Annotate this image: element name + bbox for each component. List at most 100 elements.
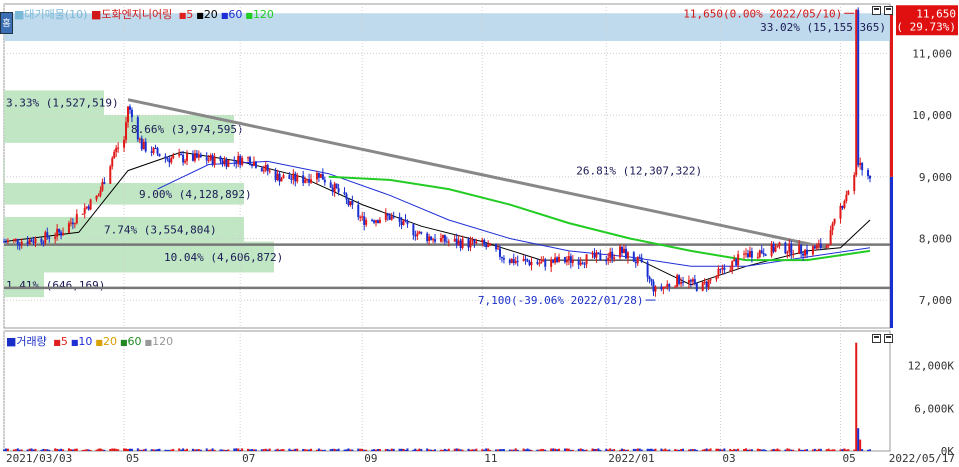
volume-profile-label: 33.02% (15,155,365) [760,21,886,34]
volume-bar [75,448,78,451]
candle-body [351,201,354,205]
volume-bar [441,449,444,451]
volume-bar [701,449,704,451]
volume-bar [172,448,175,451]
candle-body [621,246,624,253]
volume-bar [268,448,271,451]
volume-bar [97,448,100,451]
candle-body [788,243,791,253]
candle-body [390,216,393,220]
candle-body [30,239,33,242]
candle-body [374,220,377,223]
volume-bar [624,449,627,451]
stock-chart: 33.02% (15,155,365) 26.81% (12,307,322) 8.… [3,3,958,465]
candle-body [249,157,252,165]
volume-bar [558,448,561,451]
candle-body [99,190,102,196]
candle-body [16,239,19,245]
volume-bar [294,448,297,451]
volume-bar [461,449,464,451]
candle-body [32,241,35,243]
candle-body [666,284,669,287]
candle-body [144,141,147,152]
volume-bar [144,448,147,451]
candle-body [260,167,263,172]
candle-body [542,259,545,262]
candle-body [680,282,683,284]
volume-bar [235,448,238,451]
candle-body [723,267,726,271]
candle-body [6,240,9,243]
candle-body [624,248,627,259]
candle-body [117,147,120,149]
volume-bar [709,448,712,451]
volume-bar [252,449,255,451]
volume-bar [770,449,773,451]
volume-bar [89,449,92,451]
volume-bar [3,449,5,451]
candle-body [34,238,37,243]
volume-bar [565,448,568,451]
candle-body [335,183,338,189]
volume-bar [453,448,456,451]
candle-body [802,253,805,256]
volume-bar [790,449,793,451]
candle-body [388,215,391,220]
current-price-change: ( 29.73%) [896,20,956,33]
volume-bar [384,449,387,451]
candle-body [786,252,789,254]
price-pane-minimize-button[interactable] [872,6,881,15]
candle-body [254,161,257,168]
candle-body [717,268,720,276]
volume-bar [260,449,263,451]
candle-body [498,248,501,257]
candle-body [729,269,732,271]
candle-body [469,240,472,248]
candle-body [412,224,415,236]
candle-body [337,188,340,193]
candle-body [705,281,708,288]
candle-body [648,276,651,280]
home-button[interactable]: 홈 [0,12,13,34]
candle-body [652,281,655,292]
price-pane-maximize-button[interactable] [884,6,893,15]
candle-body [56,228,59,237]
candle-body [707,279,710,288]
candle-body [530,262,533,266]
candle-body [772,243,775,252]
candle-body [524,259,527,261]
candle-body [81,213,84,215]
candle-body [315,172,318,180]
candle-body [577,260,580,265]
candle-body [186,153,189,161]
volume-bar [71,449,74,451]
volume-bar [855,342,858,451]
candle-body [831,223,834,231]
high-annotation: 11,650(0.00% 2022/05/10) [683,7,842,20]
candle-body [85,206,88,208]
candle-body [288,175,291,179]
candle-body [678,275,681,284]
candle-body [294,173,297,182]
volume-bar [634,449,637,451]
volume-bar [707,449,710,451]
volume-bar [166,449,169,451]
volume-bar [223,449,226,451]
candle-body [668,284,671,287]
date-tick-label: 2022/01 [608,452,654,465]
volume-bar [138,449,141,451]
volume-bar [347,448,350,451]
candle-body [199,154,202,158]
volume-pane-maximize-button[interactable] [884,334,893,343]
volume-bar [567,448,570,451]
candle-body [416,233,419,237]
candle-body [583,263,586,265]
volume-bar [32,449,35,451]
candle-body [274,170,277,180]
volume-bar [376,448,379,451]
volume-bar [563,448,566,451]
candle-body [607,257,610,261]
candle-body [371,219,374,221]
candle-body [345,193,348,200]
volume-pane-minimize-button[interactable] [872,334,881,343]
